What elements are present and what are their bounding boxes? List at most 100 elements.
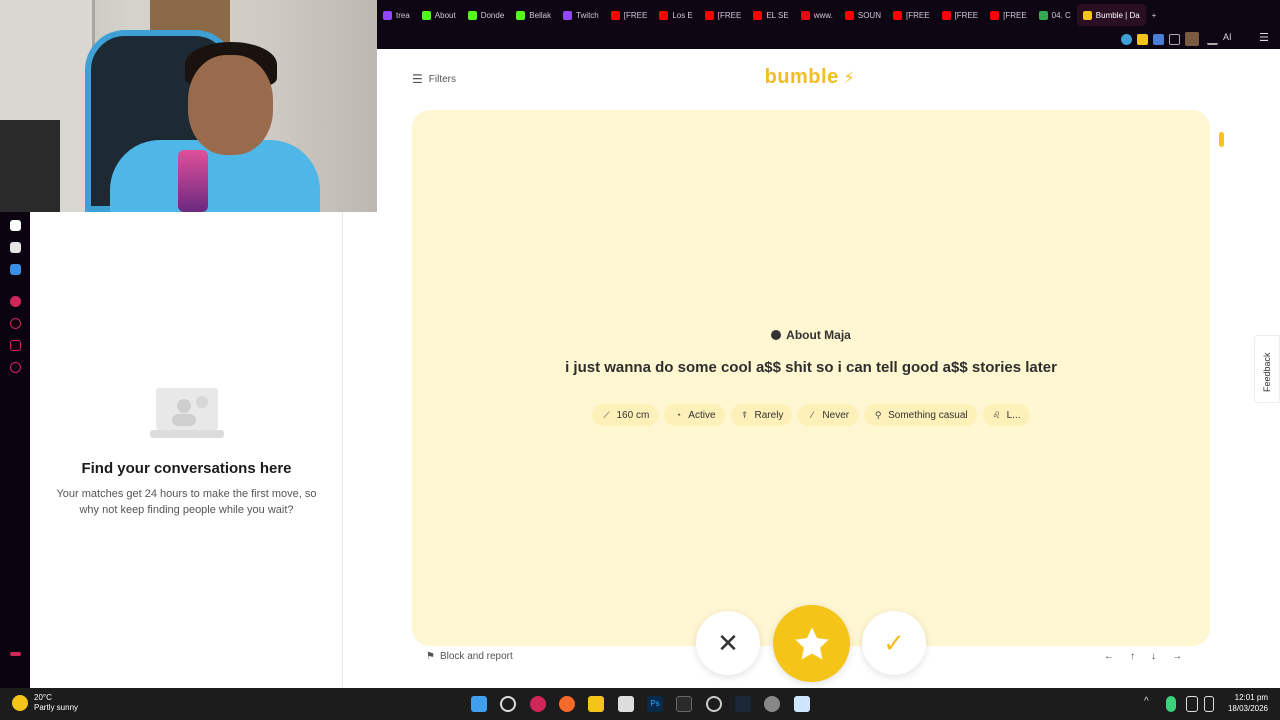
close-icon: ✕ [717, 627, 739, 658]
feedback-tab[interactable]: Feedback [1254, 335, 1280, 403]
tiktok-icon[interactable] [10, 220, 21, 231]
browser-tab[interactable]: [FREE [699, 4, 748, 26]
zodiac-icon: ♌ [992, 409, 1001, 420]
weather-desc: Partly sunny [34, 703, 79, 712]
extension-icon[interactable] [1137, 34, 1148, 45]
settings-icon[interactable] [764, 696, 780, 712]
browser-tab[interactable]: [FREE [936, 4, 985, 26]
ai-button[interactable]: AI [1223, 32, 1232, 42]
store-icon[interactable] [618, 696, 634, 712]
taskbar-clock[interactable]: 12:01 pm 18/03/2026 [1220, 692, 1268, 714]
tab-favicon-icon [421, 10, 431, 20]
extension-icon[interactable] [1121, 34, 1132, 45]
tab-favicon-icon [563, 10, 573, 20]
search-icon[interactable] [500, 696, 516, 712]
app-icon[interactable] [559, 696, 575, 712]
browser-tab[interactable]: SOUN [839, 4, 887, 26]
tab-favicon-icon [383, 10, 392, 20]
pass-button[interactable]: ✕ [696, 611, 760, 675]
check-icon: ✓ [883, 627, 905, 658]
conversations-subtitle: Your matches get 24 hours to make the fi… [56, 488, 317, 516]
block-report-link[interactable]: ⚑ Block and report [426, 651, 513, 662]
about-text: i just wanna do some cool a$$ shit so i … [565, 359, 1057, 376]
browser-tab[interactable]: www. [795, 4, 839, 26]
tab-label: Bumble | Da [1095, 10, 1140, 20]
browser-tab[interactable]: [FREE [984, 4, 1033, 26]
browser-tab[interactable]: [FREE [887, 4, 936, 26]
browser-tab[interactable]: [FREE [605, 4, 654, 26]
bumble-logo: bumble ⚡ [764, 66, 856, 88]
weather-widget[interactable]: 20°C Partly sunny [12, 693, 78, 713]
app-icon[interactable] [10, 264, 21, 275]
photoshop-icon[interactable]: Ps [647, 696, 663, 712]
filters-label: Filters [428, 73, 456, 85]
browser-toolbar: AI ☰ [377, 30, 1280, 49]
star-icon [794, 626, 829, 659]
menu-icon[interactable]: ☰ [1259, 31, 1269, 44]
extension-icon[interactable] [1153, 34, 1164, 45]
discord-icon[interactable] [10, 242, 21, 253]
notepad-icon[interactable] [794, 696, 810, 712]
app-icon[interactable] [706, 696, 722, 712]
history-icon[interactable] [10, 318, 21, 329]
tab-favicon-icon [892, 10, 902, 20]
browser-tab[interactable]: 04. C [1033, 4, 1077, 26]
flag-icon: ⚑ [426, 651, 435, 662]
profile-chip: ⁄ Never [798, 404, 859, 426]
browser-tab[interactable]: Los E [653, 4, 698, 26]
filters-button[interactable]: ☰ Filters [412, 72, 456, 86]
tab-label: trea [396, 10, 410, 20]
block-report-label: Block and report [439, 651, 513, 662]
opera-gx-icon[interactable] [530, 696, 546, 712]
chevron-up-icon[interactable]: ^ [1144, 696, 1154, 712]
settings-icon[interactable] [10, 362, 21, 373]
new-tab-button[interactable]: + [1146, 4, 1163, 26]
profile-card[interactable] [412, 110, 1210, 646]
smoking-icon: ⁄ [811, 410, 814, 420]
feedback-label: Feedback [1262, 352, 1272, 392]
network-icon[interactable] [1186, 696, 1198, 712]
spotify-icon[interactable] [10, 296, 21, 307]
profile-chip: ⚲ Something casual [864, 404, 977, 426]
download-icon[interactable] [1207, 34, 1218, 45]
gx-sidebar [0, 212, 30, 688]
browser-tab[interactable]: Bellak [510, 4, 557, 26]
gx-logo-icon [10, 652, 21, 656]
browser-tab[interactable]: EL SE [747, 4, 794, 26]
chip-label: Never [822, 409, 850, 421]
epic-games-icon[interactable] [676, 696, 692, 712]
like-button[interactable]: ✓ [862, 611, 926, 675]
tab-favicon-icon [990, 10, 1000, 20]
browser-tab[interactable]: Bumble | Da [1076, 4, 1146, 26]
tab-label: [FREE [623, 10, 648, 20]
microphone-icon[interactable] [1166, 696, 1176, 712]
exercise-icon: ◔ [675, 410, 681, 420]
puzzle-icon[interactable] [1169, 34, 1180, 45]
extensions-icon[interactable] [10, 340, 21, 351]
tab-favicon-icon [753, 10, 763, 20]
tab-label: [FREE [905, 10, 930, 20]
volume-icon[interactable] [1204, 696, 1214, 712]
tab-favicon-icon [1082, 10, 1092, 20]
browser-tab[interactable]: Donde [462, 4, 511, 26]
profile-chip: ⍒ Rarely [730, 404, 793, 426]
tab-favicon-icon [467, 10, 477, 20]
tab-label: SOUN [857, 10, 881, 20]
steam-icon[interactable] [735, 696, 751, 712]
card-scroll-indicator[interactable] [1219, 132, 1224, 147]
tab-favicon-icon [844, 10, 854, 20]
avatar[interactable] [1185, 32, 1199, 46]
file-explorer-icon[interactable] [588, 696, 604, 712]
browser-tab[interactable]: About [416, 4, 462, 26]
sun-cloud-icon [12, 695, 28, 711]
browser-tab[interactable]: trea [377, 4, 416, 26]
keyboard-hints: ← ↑ ↓ → [1104, 651, 1182, 662]
tab-favicon-icon [941, 10, 951, 20]
start-icon[interactable] [471, 696, 487, 712]
conversations-illustration-icon [150, 388, 224, 438]
superswipe-button[interactable] [773, 605, 850, 682]
keyboard-hint: ← [1104, 651, 1114, 662]
browser-tab[interactable]: Twitch [557, 4, 605, 26]
sliders-icon: ☰ [412, 72, 423, 86]
conversations-title: Find your conversations here [81, 460, 292, 477]
